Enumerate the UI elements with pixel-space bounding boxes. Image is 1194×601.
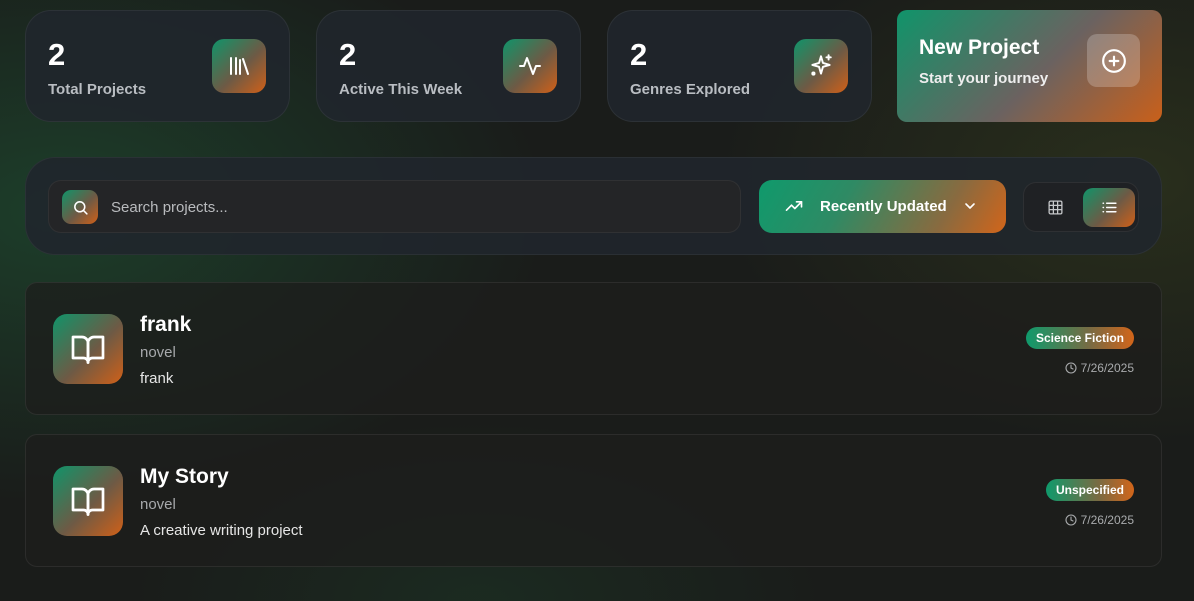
book-open-icon	[53, 466, 123, 536]
chevron-down-icon	[962, 198, 978, 219]
list-icon	[1101, 202, 1117, 213]
new-project-button[interactable]: New Project Start your journey	[897, 10, 1162, 122]
clock-icon	[1065, 514, 1077, 526]
stat-label: Genres Explored	[630, 81, 751, 98]
project-row[interactable]: My Story novel A creative writing projec…	[25, 434, 1162, 567]
project-toolbar: Recently Updated	[25, 157, 1162, 255]
project-title: frank	[140, 313, 192, 336]
list-view-button[interactable]	[1083, 188, 1135, 227]
sort-dropdown[interactable]: Recently Updated	[759, 180, 1006, 233]
stat-card-genres-explored: 2 Genres Explored	[607, 10, 872, 122]
clock-icon	[1065, 362, 1077, 374]
grid-icon	[1047, 200, 1063, 215]
project-date-text: 7/26/2025	[1080, 513, 1134, 527]
stat-card-total-projects: 2 Total Projects	[25, 10, 290, 122]
new-project-subtitle: Start your journey	[919, 70, 1049, 87]
project-type: novel	[140, 344, 176, 361]
stat-card-active-this-week: 2 Active This Week	[316, 10, 581, 122]
plus-circle-icon	[1087, 34, 1140, 87]
stat-label: Active This Week	[339, 81, 463, 98]
genre-badge: Science Fiction	[1025, 327, 1134, 349]
new-project-title: New Project	[919, 36, 1040, 59]
project-title: My Story	[140, 465, 229, 488]
search-box	[48, 180, 741, 234]
trending-up-icon	[784, 196, 804, 221]
project-description: A creative writing project	[140, 522, 303, 539]
library-icon	[212, 39, 266, 93]
project-type: novel	[140, 496, 176, 513]
stat-label: Total Projects	[48, 81, 147, 98]
stat-value: 2	[48, 37, 66, 72]
activity-icon	[503, 39, 557, 93]
project-date-text: 7/26/2025	[1080, 361, 1134, 375]
search-icon	[62, 190, 98, 224]
genre-badge: Unspecified	[1045, 479, 1134, 501]
project-description: frank	[140, 370, 174, 387]
project-date: 7/26/2025	[1065, 513, 1134, 527]
search-input[interactable]	[111, 181, 711, 234]
sort-label: Recently Updated	[820, 198, 947, 215]
project-date: 7/26/2025	[1065, 361, 1134, 375]
view-toggle	[1023, 182, 1139, 232]
book-open-icon	[53, 314, 123, 384]
stat-value: 2	[339, 37, 357, 72]
stat-value: 2	[630, 37, 648, 72]
project-row[interactable]: frank novel frank Science Fiction 7/26/2…	[25, 282, 1162, 415]
grid-view-button[interactable]	[1029, 188, 1081, 227]
sparkles-icon	[794, 39, 848, 93]
